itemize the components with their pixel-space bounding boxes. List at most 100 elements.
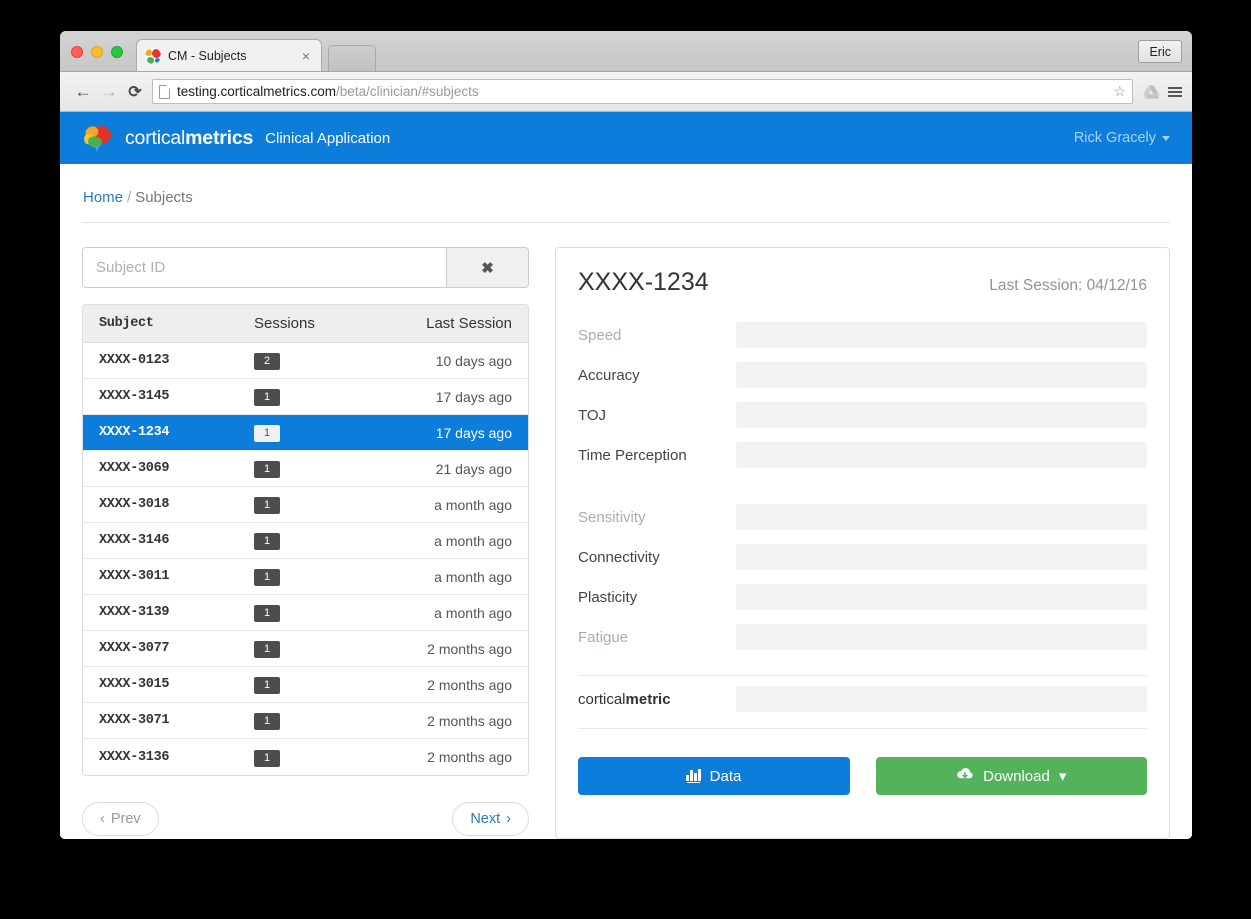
metric-row: TOJ xyxy=(578,395,1147,435)
metric-label: Sensitivity xyxy=(578,508,646,526)
cell-sessions: 1 xyxy=(254,748,374,767)
browser-toolbar: ← → ⟳ testing.corticalmetrics.com/beta/c… xyxy=(60,72,1192,112)
new-tab-button[interactable] xyxy=(328,45,376,71)
metric-bar-track xyxy=(736,322,1147,348)
cell-sessions: 1 xyxy=(254,495,374,514)
bookmark-star-icon[interactable]: ☆ xyxy=(1113,83,1126,100)
app-content: Home/Subjects ✖ Subject Sessions Last Se… xyxy=(60,164,1192,839)
drive-icon[interactable] xyxy=(1143,85,1159,99)
user-menu[interactable]: Rick Gracely xyxy=(1074,130,1170,146)
forward-icon[interactable]: → xyxy=(96,79,122,105)
cell-subject-id: XXXX-3146 xyxy=(99,533,170,548)
close-window-button[interactable] xyxy=(71,46,83,58)
bar-chart-icon xyxy=(686,768,701,784)
cell-last-session: 2 months ago xyxy=(427,676,512,693)
page-document-icon xyxy=(159,84,170,99)
cell-subject-id: XXXX-3077 xyxy=(99,641,170,656)
browser-tab[interactable]: CM - Subjects × xyxy=(136,39,322,71)
corticalmetrics-logo-icon xyxy=(82,123,114,153)
metric-bar-track xyxy=(736,504,1147,530)
table-row[interactable]: XXXX-1234 1 17 days ago xyxy=(83,415,528,451)
metric-row: Sensitivity xyxy=(578,497,1147,537)
cell-sessions: 1 xyxy=(254,639,374,658)
address-bar[interactable]: testing.corticalmetrics.com/beta/clinici… xyxy=(152,79,1133,104)
table-row[interactable]: XXXX-3146 1 a month ago xyxy=(83,523,528,559)
reload-icon[interactable]: ⟳ xyxy=(122,79,148,105)
cell-sessions: 1 xyxy=(254,387,374,406)
pagination: ‹ Prev Next › xyxy=(82,802,529,836)
chevron-left-icon: ‹ xyxy=(100,811,105,827)
search-input[interactable] xyxy=(82,247,446,288)
toolbar-right-actions xyxy=(1139,85,1182,99)
breadcrumb-home-link[interactable]: Home xyxy=(83,189,123,206)
column-header-sessions: Sessions xyxy=(254,315,315,332)
metric-bar-track xyxy=(736,362,1147,388)
metric-label: Accuracy xyxy=(578,366,640,384)
subjects-table: Subject Sessions Last Session XXXX-0123 2… xyxy=(82,304,529,776)
table-row[interactable]: XXXX-3139 1 a month ago xyxy=(83,595,528,631)
profile-button[interactable]: Eric xyxy=(1138,40,1182,63)
metrics-group-1: Speed Accuracy TOJ Time Perception xyxy=(578,315,1147,475)
sessions-badge: 1 xyxy=(254,461,280,478)
subject-detail-panel: XXXX-1234 Last Session: 04/12/16 Speed Ac… xyxy=(555,247,1170,839)
metric-label: Time Perception xyxy=(578,446,687,464)
data-button[interactable]: Data xyxy=(578,757,850,795)
table-row[interactable]: XXXX-3069 1 21 days ago xyxy=(83,451,528,487)
tab-title: CM - Subjects xyxy=(168,48,247,63)
column-header-last-session: Last Session xyxy=(426,315,512,332)
metric-bar-track xyxy=(736,584,1147,610)
table-row[interactable]: XXXX-3071 1 2 months ago xyxy=(83,703,528,739)
download-button[interactable]: Download ▾ xyxy=(875,757,1147,795)
cell-last-session: a month ago xyxy=(434,532,512,549)
metric-row: Accuracy xyxy=(578,355,1147,395)
table-row[interactable]: XXXX-3018 1 a month ago xyxy=(83,487,528,523)
table-row[interactable]: XXXX-3145 1 17 days ago xyxy=(83,379,528,415)
corticalmetric-bar-track xyxy=(736,686,1147,712)
clear-search-button[interactable]: ✖ xyxy=(446,247,529,288)
cell-subject-id: XXXX-3015 xyxy=(99,677,170,692)
metric-label: TOJ xyxy=(578,406,607,424)
sessions-badge: 1 xyxy=(254,677,280,694)
breadcrumb-separator: / xyxy=(127,189,132,206)
metric-label: Speed xyxy=(578,326,622,344)
cloud-download-icon xyxy=(956,767,974,785)
cell-sessions: 1 xyxy=(254,675,374,694)
cell-subject-id: XXXX-3069 xyxy=(99,461,170,476)
metric-row: Connectivity xyxy=(578,537,1147,577)
app-navbar: corticalmetrics Clinical Application Ric… xyxy=(60,112,1192,164)
sessions-badge: 2 xyxy=(254,353,280,370)
table-header-row: Subject Sessions Last Session xyxy=(83,305,528,343)
cell-sessions: 1 xyxy=(254,531,374,550)
cell-sessions: 1 xyxy=(254,603,374,622)
actions-divider xyxy=(578,728,1147,729)
table-row[interactable]: XXXX-3077 1 2 months ago xyxy=(83,631,528,667)
close-tab-icon[interactable]: × xyxy=(299,49,313,63)
corticalmetric-label-suffix: metric xyxy=(625,690,671,708)
maximize-window-button[interactable] xyxy=(111,46,123,58)
table-row[interactable]: XXXX-3011 1 a month ago xyxy=(83,559,528,595)
sessions-badge: 1 xyxy=(254,641,280,658)
download-button-label: Download xyxy=(983,767,1050,785)
data-button-label: Data xyxy=(709,767,742,785)
metric-label: Plasticity xyxy=(578,588,638,606)
minimize-window-button[interactable] xyxy=(91,46,103,58)
favicon-icon xyxy=(145,47,161,64)
cell-last-session: a month ago xyxy=(434,496,512,513)
cell-subject-id: XXXX-3139 xyxy=(99,605,170,620)
prev-page-button[interactable]: ‹ Prev xyxy=(82,802,159,836)
brand-name: corticalmetrics xyxy=(125,127,253,150)
sessions-badge: 1 xyxy=(254,605,280,622)
cell-subject-id: XXXX-1234 xyxy=(99,425,170,440)
metric-bar-track xyxy=(736,402,1147,428)
chevron-right-icon: › xyxy=(506,811,511,827)
table-row[interactable]: XXXX-0123 2 10 days ago xyxy=(83,343,528,379)
back-icon[interactable]: ← xyxy=(70,79,96,105)
browser-menu-icon[interactable] xyxy=(1168,86,1182,97)
cell-subject-id: XXXX-3011 xyxy=(99,569,170,584)
next-page-button[interactable]: Next › xyxy=(452,802,529,836)
table-row[interactable]: XXXX-3136 1 2 months ago xyxy=(83,739,528,775)
panel-actions: Data Download ▾ xyxy=(578,757,1147,795)
table-row[interactable]: XXXX-3015 1 2 months ago xyxy=(83,667,528,703)
panel-header: XXXX-1234 Last Session: 04/12/16 xyxy=(578,268,1147,297)
download-caret-icon: ▾ xyxy=(1058,768,1067,785)
